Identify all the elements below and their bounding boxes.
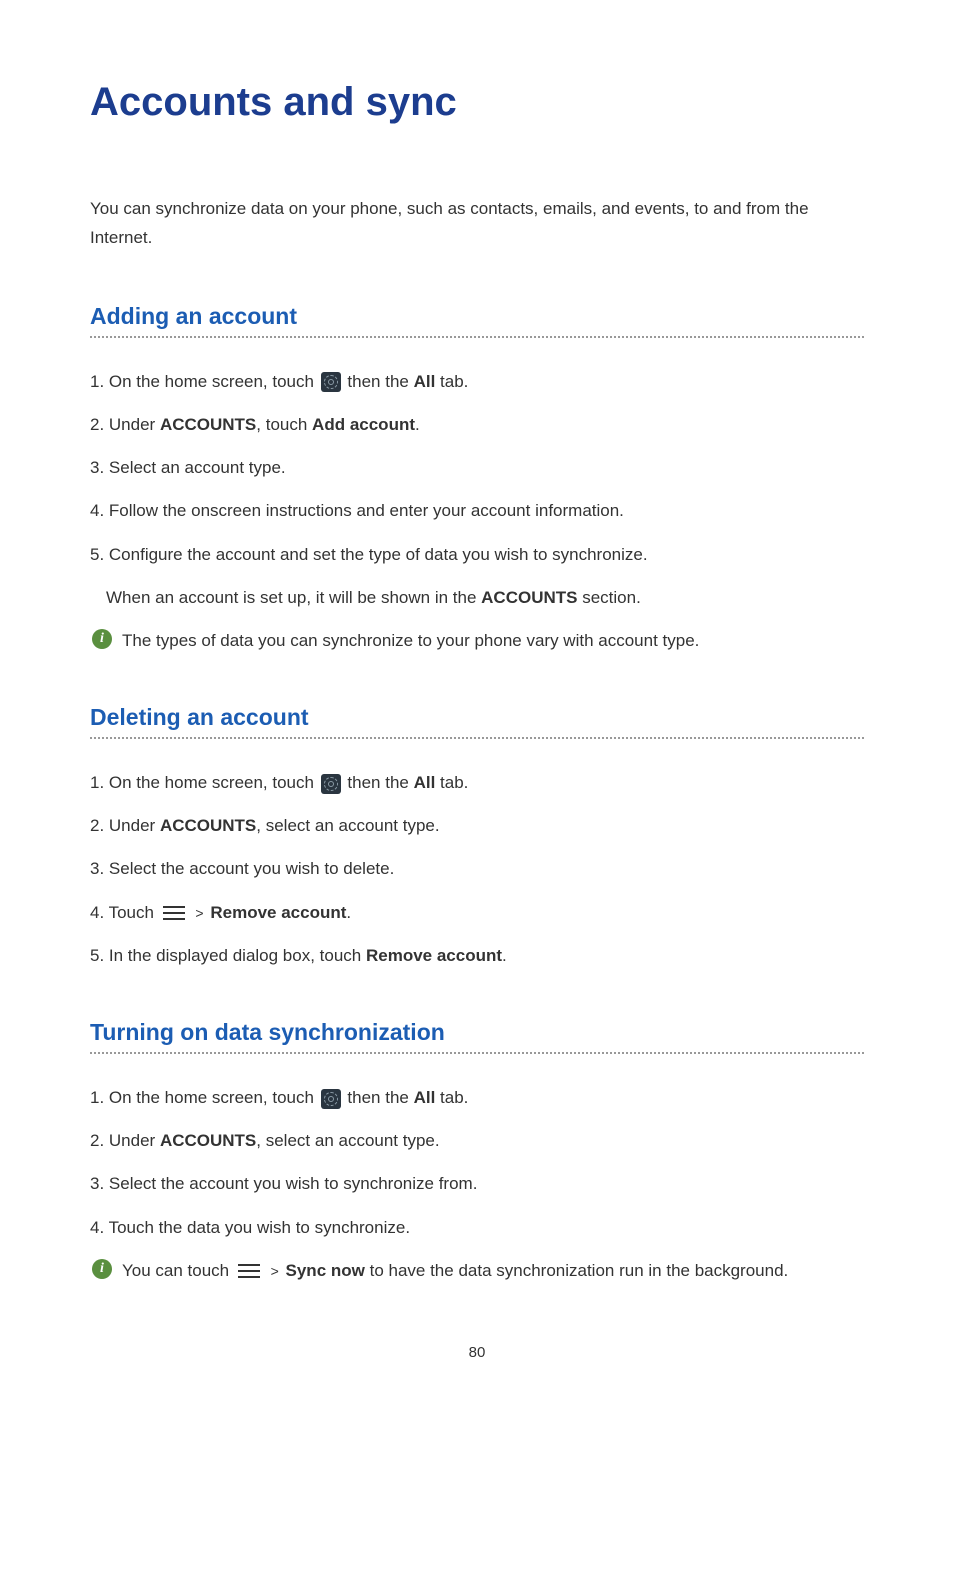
info-text: The types of data you can synchronize to… <box>122 627 699 654</box>
step-item: 4. Follow the onscreen instructions and … <box>90 497 864 524</box>
emphasis: All <box>414 1088 436 1107</box>
step-text: tab. <box>435 1088 468 1107</box>
step-number: 1. <box>90 372 109 391</box>
settings-icon <box>321 372 341 392</box>
menu-icon <box>238 1264 260 1278</box>
step-text: , select an account type. <box>256 816 439 835</box>
step-number: 2. <box>90 1131 109 1150</box>
step-text: Under <box>109 415 160 434</box>
section-heading-adding: Adding an account <box>90 303 864 338</box>
step-number: 4. <box>90 501 109 520</box>
step-text: On the home screen, touch <box>109 372 319 391</box>
step-item: 1. On the home screen, touch then the Al… <box>90 1084 864 1111</box>
step-number: 2. <box>90 816 109 835</box>
step-number: 3. <box>90 458 109 477</box>
step-text: Select the account you wish to synchroni… <box>109 1174 478 1193</box>
step-note: When an account is set up, it will be sh… <box>90 584 864 611</box>
section-heading-deleting: Deleting an account <box>90 704 864 739</box>
step-text: Touch the data you wish to synchronize. <box>109 1218 410 1237</box>
emphasis: ACCOUNTS <box>160 415 256 434</box>
info-text: You can touch > Sync now to have the dat… <box>122 1257 788 1284</box>
step-item: 3. Select the account you wish to synchr… <box>90 1170 864 1197</box>
section-heading-sync: Turning on data synchronization <box>90 1019 864 1054</box>
emphasis: ACCOUNTS <box>481 588 577 607</box>
emphasis: Sync now <box>286 1261 365 1280</box>
step-item: 2. Under ACCOUNTS, select an account typ… <box>90 1127 864 1154</box>
emphasis: Remove account <box>366 946 502 965</box>
settings-icon <box>321 1089 341 1109</box>
step-item: 4. Touch > Remove account. <box>90 899 864 926</box>
step-number: 3. <box>90 1174 109 1193</box>
step-text: Under <box>109 816 160 835</box>
step-text: On the home screen, touch <box>109 1088 319 1107</box>
step-number: 5. <box>90 545 109 564</box>
info-text-part: to have the data synchronization run in … <box>365 1261 788 1280</box>
page-number: 80 <box>90 1344 864 1361</box>
info-note: i You can touch > Sync now to have the d… <box>90 1257 864 1284</box>
step-number: 1. <box>90 773 109 792</box>
document-page: Accounts and sync You can synchronize da… <box>0 0 954 1401</box>
chevron-icon: > <box>271 1263 279 1279</box>
step-text: tab. <box>435 372 468 391</box>
step-text: In the displayed dialog box, touch <box>109 946 366 965</box>
step-text: . <box>502 946 507 965</box>
step-text: then the <box>343 1088 414 1107</box>
step-item: 3. Select an account type. <box>90 454 864 481</box>
intro-text: You can synchronize data on your phone, … <box>90 195 864 253</box>
step-item: 4. Touch the data you wish to synchroniz… <box>90 1214 864 1241</box>
step-item: 1. On the home screen, touch then the Al… <box>90 769 864 796</box>
step-text: On the home screen, touch <box>109 773 319 792</box>
step-number: 4. <box>90 903 109 922</box>
step-item: 5. In the displayed dialog box, touch Re… <box>90 942 864 969</box>
step-text: Follow the onscreen instructions and ent… <box>109 501 624 520</box>
menu-icon <box>163 906 185 920</box>
step-item: 3. Select the account you wish to delete… <box>90 855 864 882</box>
info-note: i The types of data you can synchronize … <box>90 627 864 654</box>
info-icon: i <box>92 1259 112 1279</box>
step-item: 5. Configure the account and set the typ… <box>90 541 864 568</box>
chevron-icon: > <box>195 905 203 921</box>
info-text-part: You can touch <box>122 1261 234 1280</box>
emphasis: All <box>414 372 436 391</box>
step-text: Select the account you wish to delete. <box>109 859 394 878</box>
step-text: When an account is set up, it will be sh… <box>106 588 481 607</box>
step-number: 3. <box>90 859 109 878</box>
step-number: 4. <box>90 1218 109 1237</box>
step-text: , touch <box>256 415 312 434</box>
step-text: Under <box>109 1131 160 1150</box>
step-text: Configure the account and set the type o… <box>109 545 648 564</box>
info-icon: i <box>92 629 112 649</box>
emphasis: ACCOUNTS <box>160 1131 256 1150</box>
step-text: then the <box>343 773 414 792</box>
step-item: 2. Under ACCOUNTS, select an account typ… <box>90 812 864 839</box>
page-title: Accounts and sync <box>90 80 864 125</box>
step-text: then the <box>343 372 414 391</box>
step-text: Touch <box>109 903 159 922</box>
emphasis: All <box>414 773 436 792</box>
step-text: section. <box>578 588 641 607</box>
step-item: 1. On the home screen, touch then the Al… <box>90 368 864 395</box>
step-text: Select an account type. <box>109 458 286 477</box>
step-text: tab. <box>435 773 468 792</box>
emphasis: Add account <box>312 415 415 434</box>
step-text: , select an account type. <box>256 1131 439 1150</box>
emphasis: Remove account <box>210 903 346 922</box>
step-number: 2. <box>90 415 109 434</box>
step-item: 2. Under ACCOUNTS, touch Add account. <box>90 411 864 438</box>
step-number: 5. <box>90 946 109 965</box>
step-text: . <box>346 903 351 922</box>
step-number: 1. <box>90 1088 109 1107</box>
settings-icon <box>321 774 341 794</box>
step-text: . <box>415 415 420 434</box>
emphasis: ACCOUNTS <box>160 816 256 835</box>
